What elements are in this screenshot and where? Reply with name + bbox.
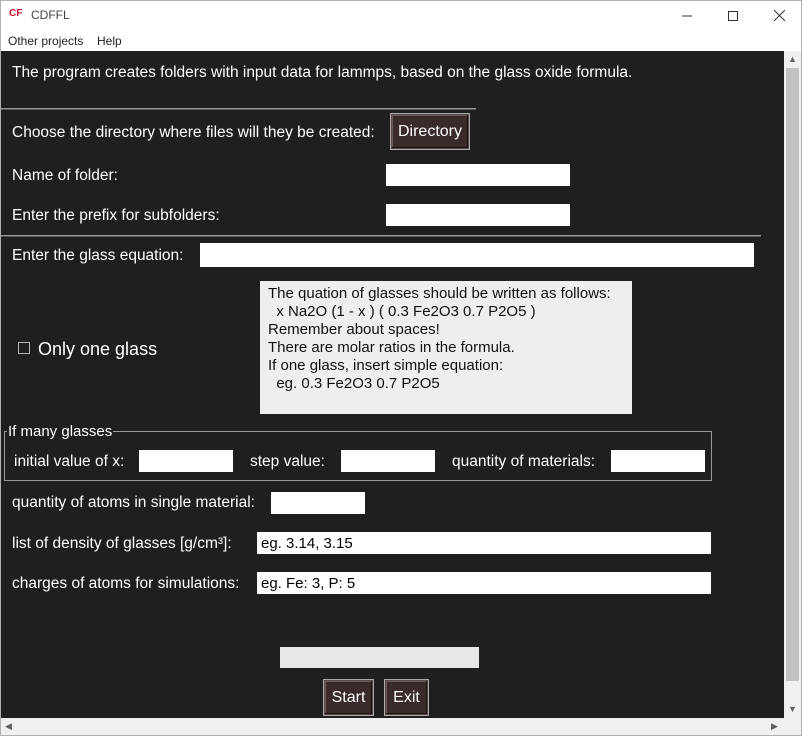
step-label: step value: — [250, 453, 325, 470]
charges-label: charges of atoms for simulations: — [12, 575, 240, 592]
minimize-icon — [682, 15, 692, 16]
initial-x-label: initial value of x: — [14, 453, 125, 470]
horizontal-scrollbar[interactable] — [1, 718, 784, 735]
menu-help[interactable]: Help — [97, 34, 122, 48]
step-input[interactable] — [341, 450, 435, 472]
scroll-down-icon[interactable]: ▼ — [788, 705, 797, 714]
menu-other-projects[interactable]: Other projects — [8, 34, 83, 48]
app-logo-icon: CF — [9, 8, 23, 19]
atoms-label: quantity of atoms in single material: — [12, 494, 255, 511]
scroll-left-icon[interactable]: ◀ — [5, 722, 12, 731]
scroll-up-icon[interactable]: ▲ — [788, 55, 797, 64]
main-panel: The program creates folders with input d… — [1, 51, 784, 718]
only-one-glass-label: Only one glass — [38, 339, 158, 359]
info-box: The quation of glasses should be written… — [260, 281, 632, 414]
info-line: eg. 0.3 Fe2O3 0.7 P2O5 — [268, 375, 440, 392]
quantity-input[interactable] — [611, 450, 705, 472]
close-icon — [773, 10, 785, 21]
info-line: The quation of glasses should be written… — [268, 285, 611, 302]
atoms-input[interactable] — [271, 492, 365, 514]
folder-name-label: Name of folder: — [12, 167, 118, 184]
minimize-button[interactable] — [664, 0, 710, 31]
info-line: Remember about spaces! — [268, 321, 440, 338]
equation-label: Enter the glass equation: — [12, 247, 184, 264]
info-line: If one glass, insert simple equation: — [268, 357, 504, 374]
prefix-label: Enter the prefix for subfolders: — [12, 207, 220, 224]
info-line: x Na2O (1 - x ) ( 0.3 Fe2O3 0.7 P2O5 ) — [268, 303, 536, 320]
exit-button[interactable]: Exit — [385, 680, 428, 715]
initial-x-input[interactable] — [139, 450, 233, 472]
many-glasses-group-label: If many glasses — [7, 423, 114, 440]
prefix-input[interactable] — [386, 204, 570, 226]
window-title: CDFFL — [31, 8, 70, 22]
maximize-button[interactable] — [710, 0, 756, 31]
maximize-icon — [728, 10, 738, 21]
scroll-right-icon[interactable]: ▶ — [771, 722, 778, 731]
only-one-glass-checkbox[interactable] — [18, 342, 30, 354]
info-line: There are molar ratios in the formula. — [268, 339, 515, 356]
intro-text: The program creates folders with input d… — [12, 64, 633, 81]
scrollbar-corner — [784, 718, 801, 735]
quantity-label: quantity of materials: — [452, 453, 596, 470]
close-button[interactable] — [756, 0, 802, 31]
vertical-scroll-thumb[interactable] — [786, 68, 799, 681]
separator — [1, 235, 761, 237]
charges-input[interactable] — [257, 572, 711, 594]
equation-input[interactable] — [200, 243, 754, 267]
density-input[interactable] — [257, 532, 711, 554]
start-button[interactable]: Start — [324, 680, 373, 715]
directory-button[interactable]: Directory — [391, 114, 469, 149]
directory-label: Choose the directory where files will th… — [12, 124, 375, 141]
separator — [1, 108, 476, 110]
density-label: list of density of glasses [g/cm³]: — [12, 535, 232, 552]
progress-bar — [280, 647, 479, 668]
folder-name-input[interactable] — [386, 164, 570, 186]
